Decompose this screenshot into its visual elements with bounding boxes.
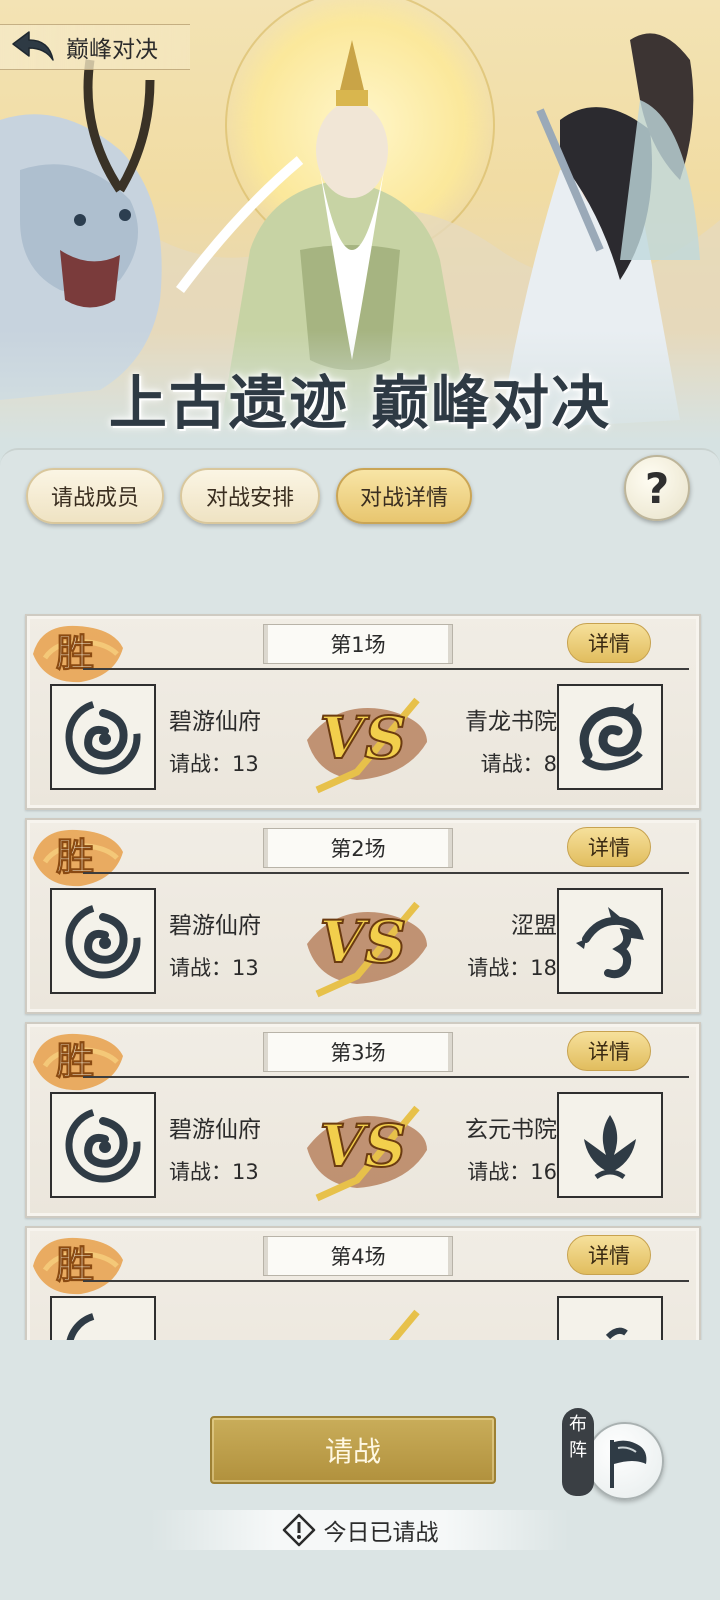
help-button[interactable]: ? xyxy=(624,455,690,521)
vs-icon: VS xyxy=(307,697,427,794)
tab-match-details[interactable]: 对战详情 xyxy=(336,468,472,524)
round-label: 第3场 xyxy=(263,1032,453,1072)
left-team-name: 碧游仙府 xyxy=(169,709,261,735)
round-label: 第1场 xyxy=(263,624,453,664)
vs-label: VS xyxy=(320,908,407,976)
left-team-count: 请战：13 xyxy=(169,956,259,980)
right-team-count: 请战：18 xyxy=(467,956,557,980)
win-badge: 胜 xyxy=(33,1033,123,1091)
right-team-name: 玄元书院 xyxy=(465,1117,557,1143)
tab-match-schedule[interactable]: 对战安排 xyxy=(180,468,320,524)
right-team-count: 请战：16 xyxy=(467,1160,557,1184)
win-badge: 胜 xyxy=(33,625,123,683)
right-team-emblem xyxy=(557,1092,663,1198)
match-card: 胜 第3场 详情 碧游仙府 请战：13 VS 玄元书院 请战：16 xyxy=(25,1022,701,1218)
page-title: 巅峰对决 xyxy=(66,37,158,63)
left-team-emblem xyxy=(50,1296,156,1340)
right-team-count: 请战：8 xyxy=(480,752,557,776)
swirl-emblem-icon xyxy=(66,1311,140,1340)
match-detail-button[interactable]: 详情 xyxy=(567,1235,651,1275)
back-button[interactable] xyxy=(0,24,66,70)
emblem-icon xyxy=(605,1327,628,1340)
vs-icon xyxy=(389,1309,420,1340)
card-divider xyxy=(83,1280,689,1282)
formation-button[interactable]: 布阵 xyxy=(560,1404,670,1504)
card-divider xyxy=(83,668,689,670)
swirl-emblem-icon xyxy=(65,699,141,775)
match-list[interactable]: 胜 第1场 详情 碧游仙府 请战：13 VS 青龙书院 请战：8 胜 第2场 详… xyxy=(0,612,720,1340)
round-label: 第4场 xyxy=(263,1236,453,1276)
tab-challenge-members[interactable]: 请战成员 xyxy=(26,468,164,524)
left-team-emblem xyxy=(50,1092,156,1198)
today-status-text: 今日已请战 xyxy=(323,1520,439,1546)
match-detail-button[interactable]: 详情 xyxy=(567,1031,651,1071)
right-team-name: 涩盟 xyxy=(511,913,557,939)
left-team-name: 碧游仙府 xyxy=(169,913,261,939)
question-mark-icon: ? xyxy=(644,463,670,513)
vs-label: VS xyxy=(320,704,407,772)
right-team-emblem xyxy=(557,888,663,994)
banner-title: 上古遗迹 巅峰对决 xyxy=(108,369,612,437)
match-detail-button[interactable]: 详情 xyxy=(567,623,651,663)
match-card: 胜 第4场 详情 xyxy=(25,1226,701,1340)
top-bar: 巅峰对决 xyxy=(0,24,190,70)
win-badge: 胜 xyxy=(33,1237,123,1295)
formation-label: 布阵 xyxy=(562,1408,594,1496)
back-arrow-icon xyxy=(12,31,54,61)
left-team-emblem xyxy=(50,684,156,790)
left-team-emblem xyxy=(50,888,156,994)
coiled-dragon-emblem-icon xyxy=(579,703,643,771)
card-divider xyxy=(83,872,689,874)
right-team-name: 青龙书院 xyxy=(465,709,557,735)
right-team-emblem xyxy=(557,1296,663,1340)
event-banner: 上古遗迹 巅峰对决 xyxy=(0,0,720,470)
formation-circle xyxy=(586,1422,664,1500)
vs-icon: VS xyxy=(307,901,427,998)
flag-icon xyxy=(610,1440,647,1488)
swirl-emblem-icon xyxy=(65,1107,141,1183)
card-divider xyxy=(83,1076,689,1078)
vs-icon: VS xyxy=(307,1105,427,1202)
win-badge: 胜 xyxy=(33,829,123,887)
left-team-count: 请战：13 xyxy=(169,752,259,776)
phoenix-emblem-icon xyxy=(584,1115,636,1180)
right-team-emblem xyxy=(557,684,663,790)
today-status: 今日已请战 xyxy=(150,1510,570,1550)
round-label: 第2场 xyxy=(263,828,453,868)
swirl-emblem-icon xyxy=(65,903,141,979)
dragon-emblem-icon xyxy=(576,907,644,979)
match-card: 胜 第2场 详情 碧游仙府 请战：13 VS 涩盟 请战：18 xyxy=(25,818,701,1014)
match-card: 胜 第1场 详情 碧游仙府 请战：13 VS 青龙书院 请战：8 xyxy=(25,614,701,810)
vs-label: VS xyxy=(320,1112,407,1180)
left-team-name: 碧游仙府 xyxy=(169,1117,261,1143)
warning-diamond-icon xyxy=(282,1513,315,1547)
left-team-count: 请战：13 xyxy=(169,1160,259,1184)
match-detail-button[interactable]: 详情 xyxy=(567,827,651,867)
challenge-button[interactable]: 请战 xyxy=(210,1416,496,1484)
